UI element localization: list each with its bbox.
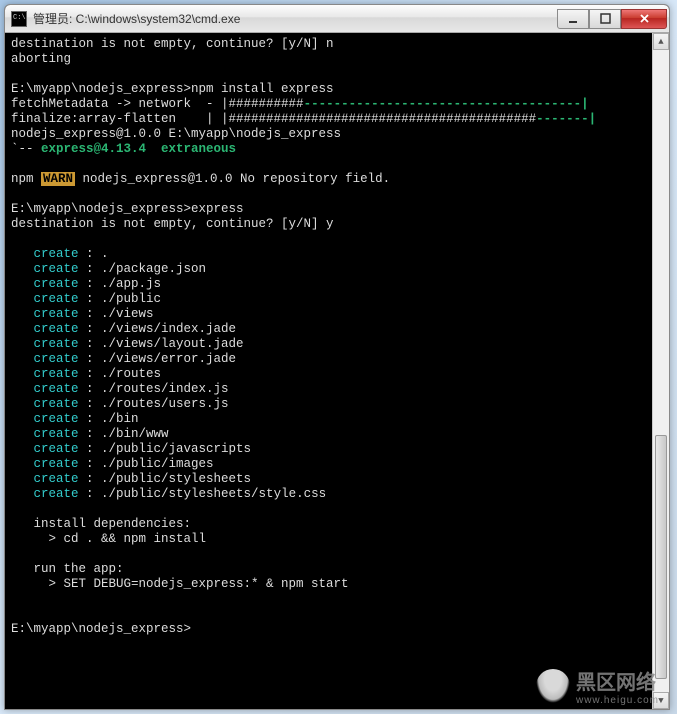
create-label: create (34, 412, 79, 426)
package-name: express@4.13.4 (41, 142, 146, 156)
warn-badge: WARN (41, 172, 75, 186)
terminal-output[interactable]: destination is not empty, continue? [y/N… (5, 33, 669, 709)
prompt: E:\myapp\nodejs_express> (11, 202, 191, 216)
scroll-thumb[interactable] (655, 435, 667, 679)
create-label: create (34, 472, 79, 486)
create-label: create (34, 247, 79, 261)
output-line: destination is not empty, continue? [y/N… (11, 37, 663, 52)
create-label: create (34, 442, 79, 456)
output-line: finalize:array-flatten | |##############… (11, 112, 536, 126)
create-label: create (34, 352, 79, 366)
output-line: fetchMetadata -> network - |########## (11, 97, 304, 111)
watermark: 黑区网络 www.heigu.com (536, 666, 659, 706)
create-label: create (34, 262, 79, 276)
create-label: create (34, 277, 79, 291)
output-line: aborting (11, 52, 663, 67)
create-label: create (34, 427, 79, 441)
maximize-button[interactable] (589, 9, 621, 29)
close-button[interactable] (621, 9, 667, 29)
output-line: install dependencies: (11, 517, 663, 532)
output-line: > SET DEBUG=nodejs_express:* & npm start (11, 577, 663, 592)
create-label: create (34, 457, 79, 471)
vertical-scrollbar[interactable]: ▲ ▼ (652, 33, 669, 709)
command: express (191, 202, 244, 216)
create-label: create (34, 337, 79, 351)
mushroom-icon (536, 669, 570, 703)
create-label: create (34, 322, 79, 336)
output-line: -------------------------------------| (304, 97, 589, 111)
cmd-icon (11, 11, 27, 27)
window-title: 管理员: C:\windows\system32\cmd.exe (33, 10, 557, 27)
output-line: nodejs_express@1.0.0 E:\myapp\nodejs_exp… (11, 127, 663, 142)
prompt: E:\myapp\nodejs_express> (11, 82, 191, 96)
create-label: create (34, 487, 79, 501)
command: npm install express (191, 82, 334, 96)
create-label: create (34, 292, 79, 306)
window-buttons (557, 9, 667, 29)
create-label: create (34, 382, 79, 396)
minimize-button[interactable] (557, 9, 589, 29)
create-label: create (34, 397, 79, 411)
scroll-track[interactable] (653, 50, 669, 692)
watermark-text: 黑区网络 (576, 672, 656, 694)
output-line: > cd . && npm install (11, 532, 663, 547)
titlebar[interactable]: 管理员: C:\windows\system32\cmd.exe (5, 5, 669, 33)
extraneous-label: extraneous (146, 142, 236, 156)
watermark-url: www.heigu.com (576, 695, 659, 706)
cmd-window: 管理员: C:\windows\system32\cmd.exe destina… (4, 4, 670, 710)
create-label: create (34, 367, 79, 381)
prompt: E:\myapp\nodejs_express> (11, 622, 663, 637)
create-label: create (34, 307, 79, 321)
output-line: -------| (536, 112, 596, 126)
output-line: destination is not empty, continue? [y/N… (11, 217, 663, 232)
output-line: run the app: (11, 562, 663, 577)
scroll-up-button[interactable]: ▲ (653, 33, 669, 50)
warn-message: nodejs_express@1.0.0 No repository field… (75, 172, 390, 186)
